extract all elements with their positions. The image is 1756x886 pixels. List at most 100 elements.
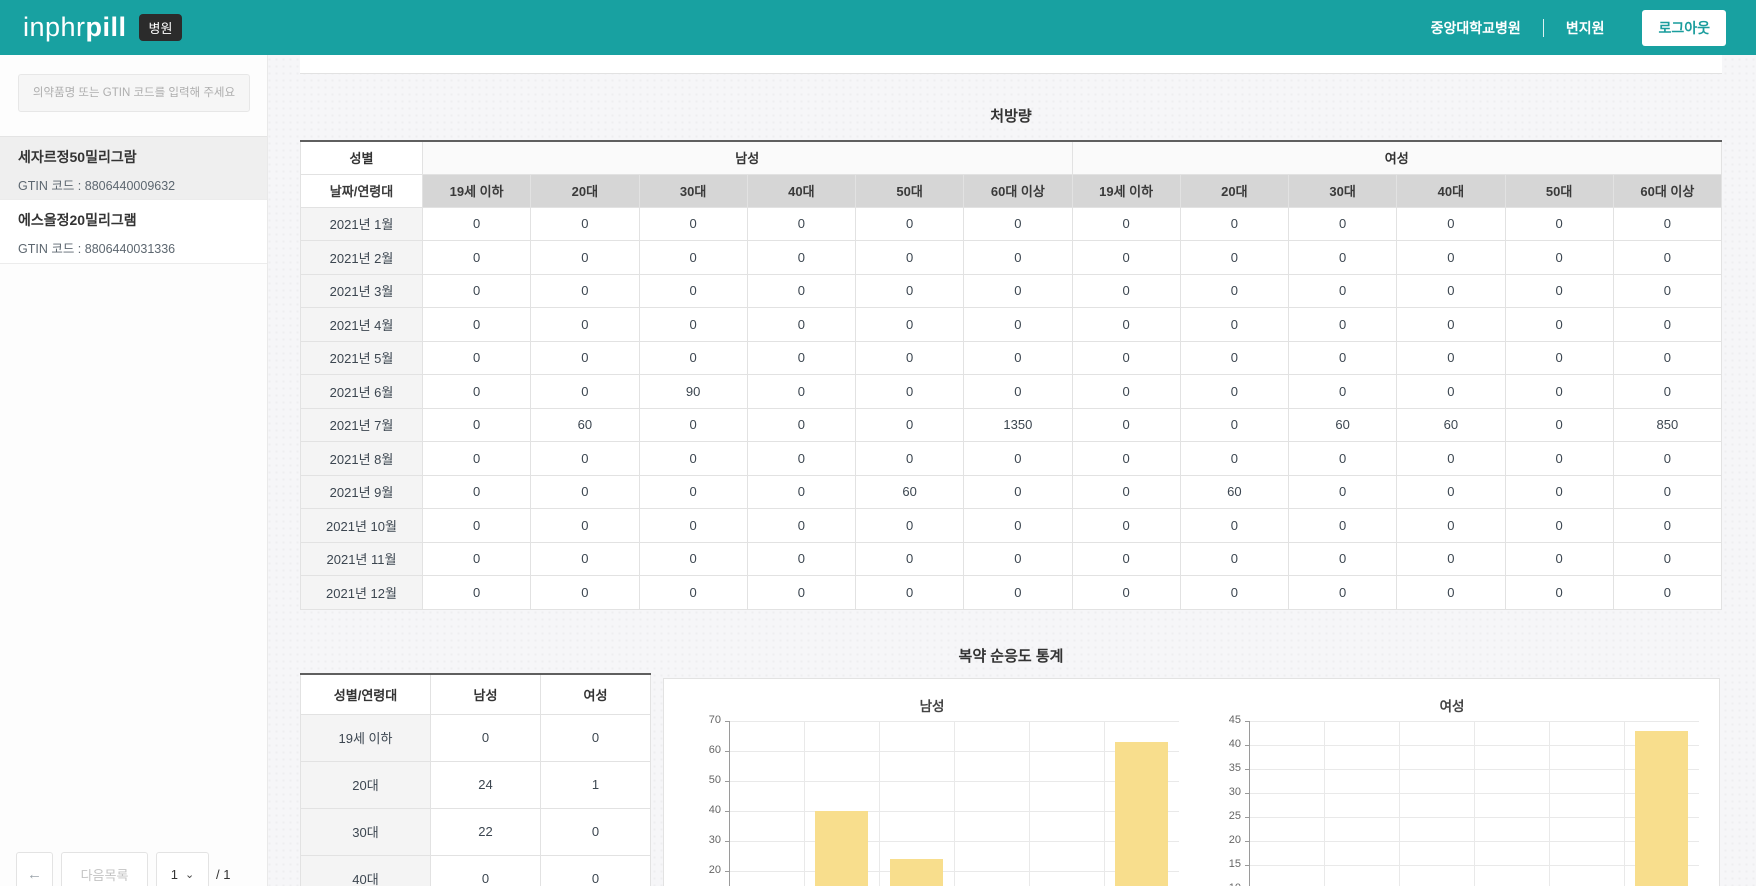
drug-list-item-2[interactable]: 에스올정20밀리그램 GTIN 코드 : 8806440031336	[0, 200, 267, 264]
value-cell: 0	[1397, 308, 1505, 342]
adherence-age-header: 성별/연령대	[301, 674, 431, 714]
value-cell: 0	[423, 475, 531, 509]
value-cell: 0	[639, 475, 747, 509]
value-cell: 0	[423, 408, 531, 442]
value-cell: 0	[747, 408, 855, 442]
y-axis-tick	[1245, 745, 1249, 746]
y-axis-label: 45	[1203, 714, 1241, 726]
value-cell: 0	[1505, 308, 1613, 342]
value-cell: 0	[639, 576, 747, 610]
prescription-row: 2021년 2월000000000000	[301, 241, 1722, 275]
value-cell: 0	[639, 509, 747, 543]
value-cell: 0	[1613, 509, 1721, 543]
y-axis-tick	[1245, 769, 1249, 770]
y-axis-label: 60	[683, 744, 721, 756]
value-cell: 0	[964, 475, 1072, 509]
adherence-row: 19세 이하00	[301, 714, 651, 761]
y-axis-label: 25	[1203, 810, 1241, 822]
drug-list-item-1[interactable]: 세자르정50밀리그람 GTIN 코드 : 8806440009632	[0, 136, 267, 200]
value-cell: 0	[1180, 241, 1288, 275]
value-cell: 0	[747, 274, 855, 308]
drug-search-input[interactable]	[19, 75, 249, 111]
value-cell: 0	[964, 274, 1072, 308]
age-header: 30대	[639, 174, 747, 207]
value-cell: 0	[1613, 475, 1721, 509]
bar	[1115, 742, 1168, 886]
date-cell: 2021년 9월	[301, 475, 423, 509]
adherence-female-value: 1	[541, 761, 651, 808]
value-cell: 0	[856, 576, 964, 610]
age-header-row: 날짜/연령대 19세 이하20대30대40대50대60대 이상19세 이하20대…	[301, 174, 1722, 207]
back-arrow-button[interactable]: ←	[16, 852, 53, 886]
value-cell: 0	[1180, 576, 1288, 610]
value-cell: 0	[747, 375, 855, 409]
main-content: 처방량 성별 남성 여성 날짜/연령대 19세 이하20대30대40대50대60…	[268, 55, 1756, 886]
date-cell: 2021년 3월	[301, 274, 423, 308]
value-cell: 0	[856, 375, 964, 409]
value-cell: 0	[1505, 408, 1613, 442]
y-axis-tick	[725, 811, 729, 812]
value-cell: 0	[856, 509, 964, 543]
value-cell: 0	[1289, 308, 1397, 342]
male-group-header: 남성	[423, 141, 1073, 174]
logout-button[interactable]: 로그아웃	[1642, 10, 1726, 46]
value-cell: 0	[1072, 341, 1180, 375]
chart-title: 여성	[1205, 695, 1699, 715]
value-cell: 0	[1505, 241, 1613, 275]
value-cell: 0	[747, 442, 855, 476]
y-axis-label: 20	[1203, 834, 1241, 846]
value-cell: 0	[1613, 207, 1721, 241]
value-cell: 0	[747, 241, 855, 275]
value-cell: 0	[1180, 542, 1288, 576]
date-cell: 2021년 10월	[301, 509, 423, 543]
value-cell: 0	[639, 308, 747, 342]
value-cell: 0	[1397, 274, 1505, 308]
adherence-title: 복약 순응도 통계	[300, 645, 1722, 666]
y-axis-label: 70	[683, 714, 721, 726]
value-cell: 0	[1072, 241, 1180, 275]
age-header: 50대	[1505, 174, 1613, 207]
value-cell: 0	[1180, 509, 1288, 543]
value-cell: 0	[964, 375, 1072, 409]
y-axis-label: 50	[683, 774, 721, 786]
date-cell: 2021년 8월	[301, 442, 423, 476]
prescription-title: 처방량	[300, 105, 1722, 126]
age-header: 20대	[1180, 174, 1288, 207]
gender-corner-header: 성별	[301, 141, 423, 174]
adherence-table: 성별/연령대 남성 여성 19세 이하0020대24130대22040대00	[300, 673, 651, 886]
y-axis-tick	[1245, 721, 1249, 722]
next-list-button[interactable]: 다음목록	[61, 852, 148, 886]
value-cell: 0	[1072, 509, 1180, 543]
adherence-female-value: 0	[541, 808, 651, 855]
value-cell: 0	[964, 341, 1072, 375]
value-cell: 0	[1613, 442, 1721, 476]
value-cell: 0	[1072, 442, 1180, 476]
value-cell: 0	[1613, 375, 1721, 409]
value-cell: 0	[1613, 341, 1721, 375]
value-cell: 0	[964, 241, 1072, 275]
value-cell: 0	[1505, 375, 1613, 409]
value-cell: 0	[423, 375, 531, 409]
drug-name: 에스올정20밀리그램	[18, 210, 267, 230]
value-cell: 0	[1397, 207, 1505, 241]
logo-text: inphr	[23, 12, 86, 43]
adherence-female-value: 0	[541, 855, 651, 886]
hospital-badge: 병원	[139, 14, 183, 41]
value-cell: 0	[1289, 509, 1397, 543]
prescription-row: 2021년 1월000000000000	[301, 207, 1722, 241]
page-select[interactable]: 1 ⌄	[156, 852, 209, 886]
value-cell: 0	[1289, 442, 1397, 476]
adherence-row: 30대220	[301, 808, 651, 855]
adherence-male-value: 0	[431, 855, 541, 886]
prescription-row: 2021년 3월000000000000	[301, 274, 1722, 308]
value-cell: 0	[856, 341, 964, 375]
date-cell: 2021년 4월	[301, 308, 423, 342]
date-age-corner-header: 날짜/연령대	[301, 174, 423, 207]
value-cell: 0	[1289, 542, 1397, 576]
value-cell: 0	[1180, 408, 1288, 442]
prescription-row: 2021년 10월000000000000	[301, 509, 1722, 543]
adherence-header-row: 성별/연령대 남성 여성	[301, 674, 651, 714]
female-group-header: 여성	[1072, 141, 1722, 174]
y-axis-label: 20	[683, 864, 721, 876]
value-cell: 0	[1397, 542, 1505, 576]
